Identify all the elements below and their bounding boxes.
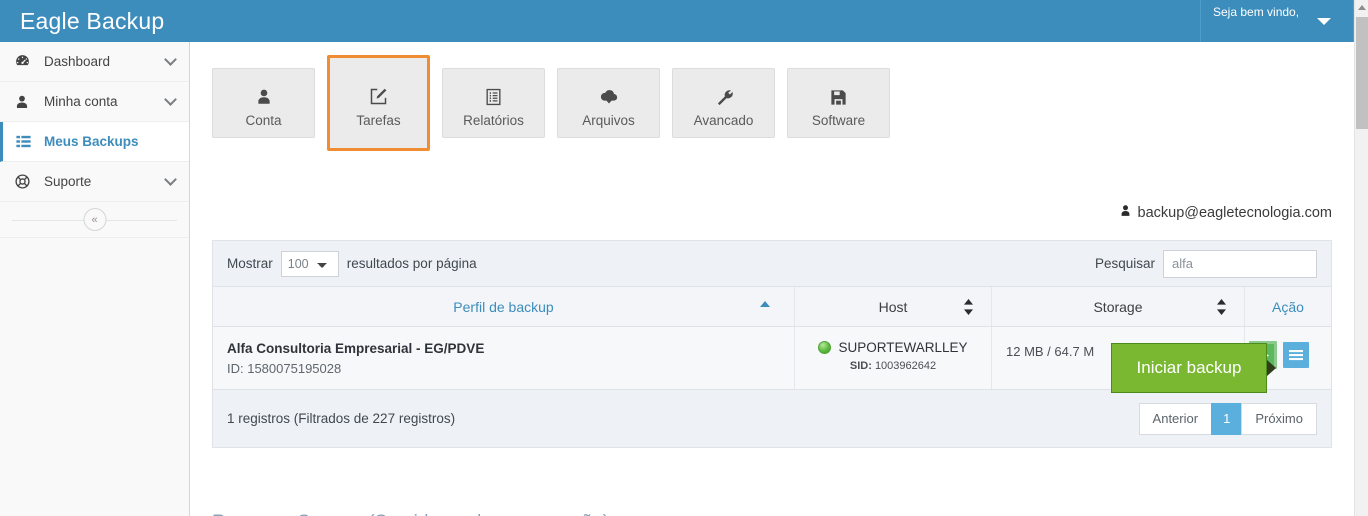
pagination-previous[interactable]: Anterior [1138,402,1213,435]
dashboard-icon [0,53,44,70]
chevron-down-icon [164,93,177,106]
column-header-host[interactable]: Host [795,287,992,326]
pagination: Anterior 1 Próximo [1138,402,1317,435]
sidebar-item-meus-backups[interactable]: Meus Backups [0,122,189,162]
sort-both-icon [964,299,973,315]
sidebar-item-label: Minha conta [44,94,118,109]
chevron-down-icon [164,53,177,66]
cloud-download-icon [598,79,620,107]
edit-pencil-icon [368,79,389,107]
lifebuoy-icon [0,173,44,190]
scroll-up-arrow-icon[interactable] [1358,5,1366,10]
user-icon [1119,204,1132,222]
search-label: Pesquisar [1094,256,1155,271]
sort-ascending-icon [760,301,770,307]
sid-label: SID: [849,360,872,372]
start-backup-tooltip: Iniciar backup [1111,343,1267,393]
user-icon [0,94,44,110]
pagination-next[interactable]: Próximo [1241,402,1317,435]
toolbar-button-software[interactable]: Software [787,68,890,138]
host-name: SUPORTEWARLLEY [838,340,968,355]
main-content: Conta Tarefas Relatórios Arquivos Avanca… [190,42,1354,516]
page-title: Eagle Backup [20,8,165,34]
entries-per-page-select[interactable]: 100 [280,250,339,277]
floppy-save-icon [829,79,848,107]
sidebar-item-label: Suporte [44,174,92,189]
show-entries-label: Mostrar [227,256,273,271]
records-info: 1 registros (Filtrados de 227 registros) [227,411,456,426]
storage-usage: 12 MB / 64.7 M [1006,344,1095,359]
person-icon [255,79,273,107]
column-header-perfil-de-backup[interactable]: Perfil de backup [213,287,795,326]
account-email-text: backup@eagletecnologia.com [1137,205,1332,221]
toolbar-button-label: Relatórios [463,112,524,128]
application-window: Eagle Backup Seja bem vindo, EAGLE BACKU… [0,0,1368,516]
table-footer: 1 registros (Filtrados de 227 registros)… [213,389,1331,447]
column-header-label: Storage [1093,298,1143,315]
toolbar-button-arquivos[interactable]: Arquivos [557,68,660,138]
column-header-storage[interactable]: Storage [992,287,1245,326]
sidebar: EAGLE BACKUP Dashboard Minha conta [0,42,190,516]
column-header-label: Ação [1272,298,1304,315]
sidebar-collapse-button[interactable]: « [83,208,106,231]
sidebar-item-label: Dashboard [44,54,111,69]
user-menu-dropdown[interactable]: Seja bem vindo, [1200,0,1354,42]
column-header-label: Perfil de backup [453,298,554,315]
toolbar-button-label: Tarefas [356,112,401,128]
row-menu-button[interactable] [1283,342,1309,368]
section-toolbar: Conta Tarefas Relatórios Arquivos Avanca… [212,55,890,151]
sidebar-item-suporte[interactable]: Suporte [0,162,189,202]
toolbar-button-avancado[interactable]: Avancado [672,68,775,138]
toolbar-button-label: Avancado [693,112,754,128]
welcome-label: Seja bem vindo, [1213,5,1300,19]
column-header-label: Host [878,298,908,315]
cell-host: SUPORTEWARLLEY SID: 1003962642 [795,327,992,389]
toolbar-button-relatorios[interactable]: Relatórios [442,68,545,138]
toolbar-button-tarefas[interactable]: Tarefas [327,55,430,151]
report-list-icon [484,79,503,107]
toolbar-button-label: Software [811,112,866,128]
table-header-row: Perfil de backup Host Storage Ação [213,287,1331,327]
backups-table-panel: Mostrar 100 resultados por página Pesqui… [212,240,1332,448]
recovery-servers-heading: Recovery Servers (Servidores de recupera… [212,512,609,516]
profile-name: Alfa Consultoria Empresarial - EG/PDVE [227,341,485,356]
toolbar-button-label: Conta [245,112,282,128]
list-icon [3,133,44,150]
sort-both-icon [1217,299,1226,315]
table-controls: Mostrar 100 resultados por página Pesqui… [213,241,1331,287]
cell-perfil-de-backup: Alfa Consultoria Empresarial - EG/PDVE I… [213,327,795,389]
toolbar-button-label: Arquivos [582,112,635,128]
pagination-page-1[interactable]: 1 [1211,402,1243,435]
chevron-down-icon [1317,18,1331,25]
search-input[interactable] [1163,249,1317,278]
top-header-bar: Eagle Backup Seja bem vindo, [0,0,1354,42]
account-email: backup@eagletecnologia.com [1119,204,1332,222]
sid-value: 1003962642 [874,360,937,372]
sidebar-item-dashboard[interactable]: Dashboard [0,42,189,82]
hamburger-icon [1289,350,1303,361]
status-online-icon [818,341,832,354]
chevron-down-icon [164,173,177,186]
page-scrollbar[interactable] [1354,0,1368,516]
sidebar-item-minha-conta[interactable]: Minha conta [0,82,189,122]
column-header-acao: Ação [1245,287,1331,326]
scrollbar-thumb[interactable] [1356,17,1368,129]
per-page-label: resultados por página [346,256,477,271]
profile-id: ID: 1580075195028 [227,361,342,376]
tooltip-arrow-icon [1267,360,1276,376]
sidebar-item-label: Meus Backups [44,134,139,149]
host-sid: SID: 1003962642 [795,360,991,372]
toolbar-button-conta[interactable]: Conta [212,68,315,138]
wrench-icon [714,79,734,107]
sidebar-collapse-row: « [0,202,189,238]
